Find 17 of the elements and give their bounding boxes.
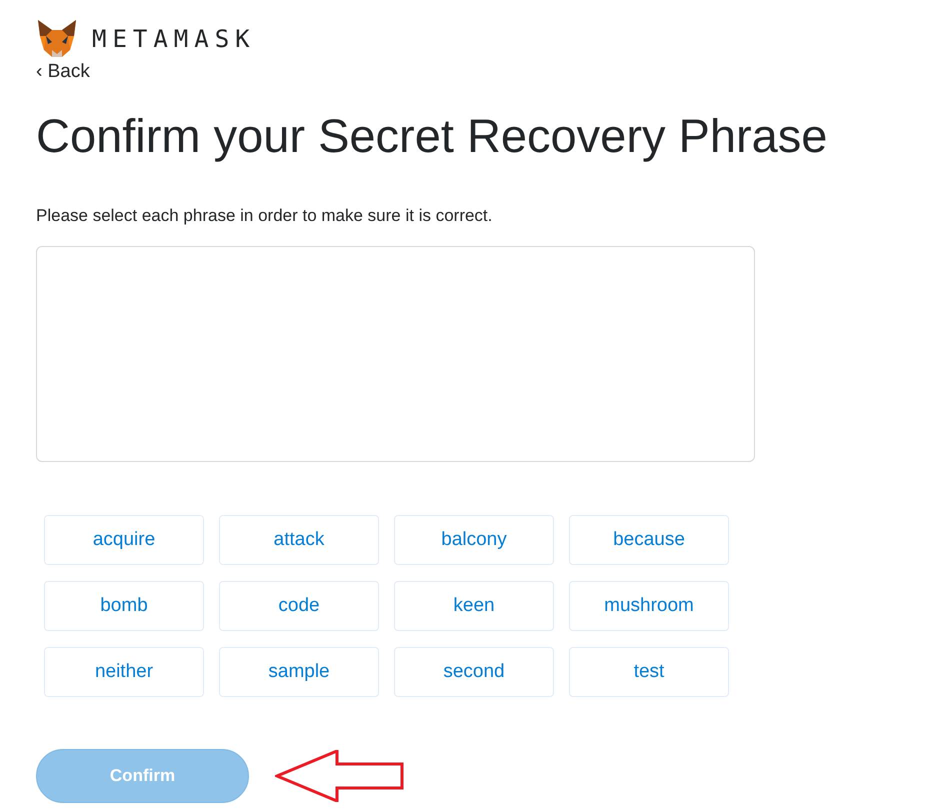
instructions-text: Please select each phrase in order to make sure it is correct. — [36, 205, 494, 227]
word-button[interactable]: balcony — [394, 515, 554, 565]
word-button[interactable]: bomb — [44, 581, 204, 631]
fox-logo — [36, 20, 78, 58]
brand-name: METAMASK — [92, 24, 256, 55]
word-button[interactable]: attack — [219, 515, 379, 565]
word-button[interactable]: because — [569, 515, 729, 565]
word-button[interactable]: acquire — [44, 515, 204, 565]
page-title: Confirm your Secret Recovery Phrase — [36, 108, 828, 164]
back-link[interactable]: ‹ Back — [36, 60, 90, 84]
word-button[interactable]: keen — [394, 581, 554, 631]
word-button[interactable]: code — [219, 581, 379, 631]
word-button[interactable]: neither — [44, 647, 204, 697]
word-button[interactable]: test — [569, 647, 729, 697]
word-button[interactable]: mushroom — [569, 581, 729, 631]
word-button[interactable]: sample — [219, 647, 379, 697]
word-button[interactable]: second — [394, 647, 554, 697]
